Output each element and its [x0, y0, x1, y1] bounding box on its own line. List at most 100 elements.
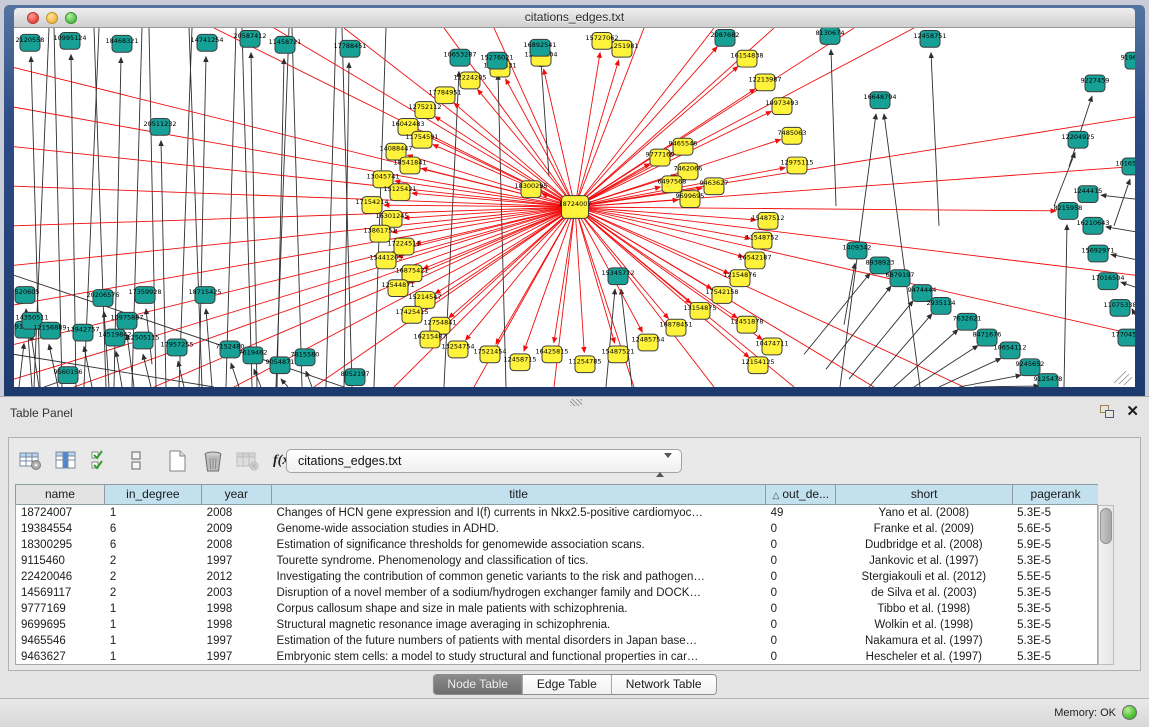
graph-node-label: 15345712 [601, 269, 634, 277]
panel-resize-grip[interactable] [570, 399, 582, 406]
graph-edge [1119, 374, 1129, 384]
table-row[interactable]: 977716911998Corpus callosum shape and si… [16, 601, 1097, 617]
table-selector-dropdown[interactable]: citations_edges.txt [286, 449, 682, 473]
table-row[interactable]: 911546021997Tourette syndrome. Phenomeno… [16, 553, 1097, 569]
network-canvas[interactable]: 1872400718300295112519811572706212652104… [14, 28, 1135, 387]
graph-node-label: 14741254 [190, 36, 223, 44]
graph-edge [435, 117, 575, 207]
column-header-title[interactable]: title [272, 485, 767, 504]
column-header-out_de...[interactable]: △out_de... [766, 485, 836, 504]
graph-edge [1121, 282, 1135, 287]
table-selector-value: citations_edges.txt [298, 454, 402, 468]
table-row[interactable]: 1938455462009Genome-wide association stu… [16, 521, 1097, 537]
graph-node-label: 12544871 [381, 281, 414, 289]
graph-node-label: 15727062 [585, 34, 618, 42]
tab-edge-table[interactable]: Edge Table [523, 675, 612, 694]
table-cell: Genome-wide association studies in ADHD. [272, 521, 766, 537]
graph-node-label: 15692971 [1081, 247, 1114, 255]
table-row[interactable]: 1456911722003Disruption of a novel membe… [16, 585, 1097, 601]
window-titlebar[interactable]: citations_edges.txt [14, 8, 1135, 28]
new-table-button[interactable] [165, 449, 191, 473]
table-row[interactable]: 1872400712008Changes of HCN gene express… [16, 505, 1097, 521]
table-row[interactable]: 946362711997Embryonic stem cells: a mode… [16, 649, 1097, 665]
graph-node-label: 6497568 [658, 177, 687, 185]
graph-node-label: 2120558 [16, 36, 45, 44]
graph-node-label: 16892541 [523, 41, 556, 49]
tab-node-table[interactable]: Node Table [433, 675, 523, 694]
node-table: namein_degreeyeartitle△out_de...shortpag… [15, 484, 1098, 665]
graph-node-label: 16301245 [375, 212, 408, 220]
memory-status-button[interactable]: Memory: OK [1054, 705, 1137, 720]
table-row[interactable]: 969969511998Structural magnetic resonanc… [16, 617, 1097, 633]
table-cell: 9465546 [16, 633, 105, 649]
graph-edge [621, 289, 632, 387]
table-cell: 2008 [202, 505, 272, 521]
tab-network-table[interactable]: Network Table [612, 675, 716, 694]
graph-edge [19, 343, 24, 387]
graph-node-label: 10975887 [110, 314, 143, 322]
graph-edge [206, 309, 212, 387]
graph-edge [1101, 195, 1135, 199]
graph-node-label: 17784951 [428, 88, 461, 96]
table-cell: 0 [766, 569, 836, 585]
graph-node-label: 9463627 [700, 179, 729, 187]
table-cell: 5.3E-5 [1012, 617, 1097, 633]
table-cell: Corpus callosum shape and size in male p… [272, 601, 766, 617]
table-scrollbar-thumb[interactable] [1100, 508, 1112, 544]
delete-table-button[interactable] [200, 449, 226, 473]
graph-node-label: 15214547 [408, 293, 441, 301]
graph-edge [398, 207, 575, 257]
graph-node-label: 16878451 [659, 321, 692, 329]
graph-node-label: 2520605 [14, 288, 39, 296]
zoom-window-button[interactable] [65, 12, 77, 24]
table-cell: 1998 [202, 617, 272, 633]
close-panel-icon[interactable]: ✕ [1126, 402, 1139, 420]
column-header-year[interactable]: year [202, 485, 272, 504]
graph-node-label: 11458721 [268, 38, 301, 46]
table-row[interactable]: 946554611997Estimation of the future num… [16, 633, 1097, 649]
table-cell: Tourette syndrome. Phenomenology and cla… [272, 553, 766, 569]
graph-edge [575, 53, 600, 207]
table-settings-button[interactable] [18, 449, 44, 473]
close-window-button[interactable] [27, 12, 39, 24]
table-cell: 1997 [202, 633, 272, 649]
minimize-window-button[interactable] [46, 12, 58, 24]
show-column-button[interactable] [53, 449, 79, 473]
graph-edge [199, 57, 206, 387]
graph-edge [974, 386, 1039, 387]
graph-node-label: 16215487 [413, 333, 446, 341]
graph-node-label: 12505115 [126, 334, 159, 342]
table-cell: 1 [105, 649, 202, 665]
table-cell: 0 [766, 633, 836, 649]
graph-edge [1132, 309, 1135, 315]
deselect-all-button[interactable] [123, 449, 149, 473]
graph-node-label: 9196545 [1121, 54, 1135, 62]
table-row[interactable]: 2242004622012Investigating the contribut… [16, 569, 1097, 585]
graph-node-label: 8471676 [973, 331, 1002, 339]
graph-node-label: 17957255 [160, 340, 193, 348]
float-panel-icon[interactable] [1099, 405, 1115, 419]
column-header-short[interactable]: short [836, 485, 1013, 504]
graph-node-label: 11075338 [1103, 301, 1135, 309]
column-header-pagerank[interactable]: pagerank [1013, 485, 1098, 504]
table-row[interactable]: 1830029562008Estimation of significance … [16, 537, 1097, 553]
graph-node-label: 10165421 [1115, 160, 1135, 168]
graph-node-label: 12224205 [453, 73, 486, 81]
graph-edge [449, 207, 575, 318]
column-header-in_degree[interactable]: in_degree [105, 485, 202, 504]
graph-node-label: 17788451 [333, 42, 366, 50]
graph-node-label: 1244415 [1074, 187, 1103, 195]
graph-edge [541, 62, 549, 177]
graph-node-label: 12485754 [631, 336, 664, 344]
table-tabs: Node Table Edge Table Network Table [432, 674, 716, 695]
select-all-button[interactable] [88, 449, 114, 473]
table-cell: 5.3E-5 [1012, 633, 1097, 649]
table-cell: Wolkin et al. (1998) [835, 617, 1012, 633]
table-cell: Investigating the contribution of common… [272, 569, 766, 585]
column-header-name[interactable]: name [16, 485, 105, 504]
table-scrollbar[interactable] [1098, 505, 1114, 665]
table-cell: 1997 [202, 649, 272, 665]
graph-node-label: 16542187 [738, 253, 771, 261]
graph-node-label: 2087682 [711, 31, 740, 39]
graph-node-label: 9465546 [669, 140, 698, 148]
